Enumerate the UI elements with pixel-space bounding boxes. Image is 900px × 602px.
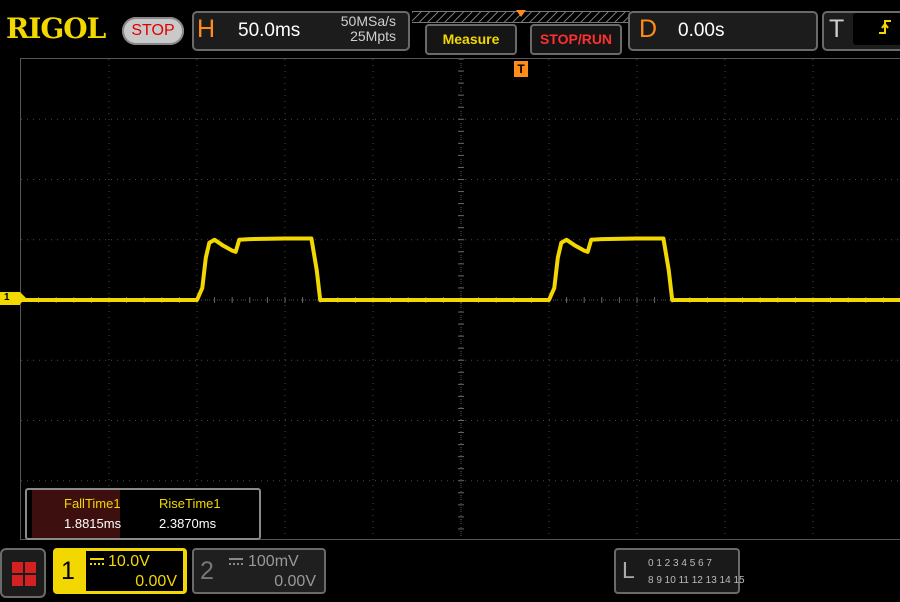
memory-depth: 25Mpts: [350, 28, 396, 44]
acquisition-info: 50MSa/s 25Mpts: [296, 14, 396, 44]
top-status-bar: RIGOL STOP H 50.0ms 50MSa/s 25Mpts Measu…: [0, 0, 900, 58]
delay-label: D: [639, 15, 658, 43]
trigger-position-arrow-icon: [516, 10, 526, 17]
measure-button[interactable]: Measure: [425, 24, 517, 55]
rigol-logo: RIGOL: [6, 12, 106, 45]
ch1-ground-marker[interactable]: 1: [0, 292, 26, 305]
ch2-offset: 0.00V: [274, 573, 316, 590]
ch1-scale: 10.0V: [108, 553, 150, 570]
measurement-name-fall: FallTime1: [64, 496, 121, 511]
digital-channels-row-2: 8 9 10 11 12 13 14 15: [648, 575, 745, 586]
horizontal-label: H: [197, 15, 216, 43]
trigger-edge-box: [853, 13, 900, 45]
main-menu-button[interactable]: [0, 548, 46, 598]
measurement-value-rise: 2.3870ms: [159, 516, 217, 531]
menu-grid-icon: [12, 562, 36, 586]
digital-channels-row-1: 0 1 2 3 4 5 6 7: [648, 558, 712, 569]
stop-run-button[interactable]: STOP/RUN: [530, 24, 622, 55]
trigger-label: T: [829, 15, 845, 43]
measurement-value-fall: 1.8815ms: [64, 516, 122, 531]
sample-rate: 50MSa/s: [340, 13, 396, 29]
logic-analyzer-label: L: [622, 557, 635, 583]
ch1-offset: 0.00V: [135, 573, 177, 590]
ch1-number: 1: [61, 557, 75, 585]
timebase-value: 50.0ms: [238, 20, 301, 41]
ch2-number: 2: [200, 557, 214, 585]
dc-coupling-icon: [90, 558, 104, 568]
waveform-chart: [21, 59, 900, 541]
trigger-position-marker[interactable]: T: [514, 61, 528, 77]
rising-edge-icon: [878, 19, 892, 38]
measurement-name-rise: RiseTime1: [159, 496, 221, 511]
ch2-scale: 100mV: [248, 553, 299, 570]
waveform-display[interactable]: [20, 58, 900, 541]
dc-coupling-icon: [229, 558, 243, 568]
delay-value: 0.00s: [678, 20, 725, 41]
run-status-badge[interactable]: STOP: [122, 17, 184, 45]
ch1-marker-label: 1: [4, 292, 10, 303]
